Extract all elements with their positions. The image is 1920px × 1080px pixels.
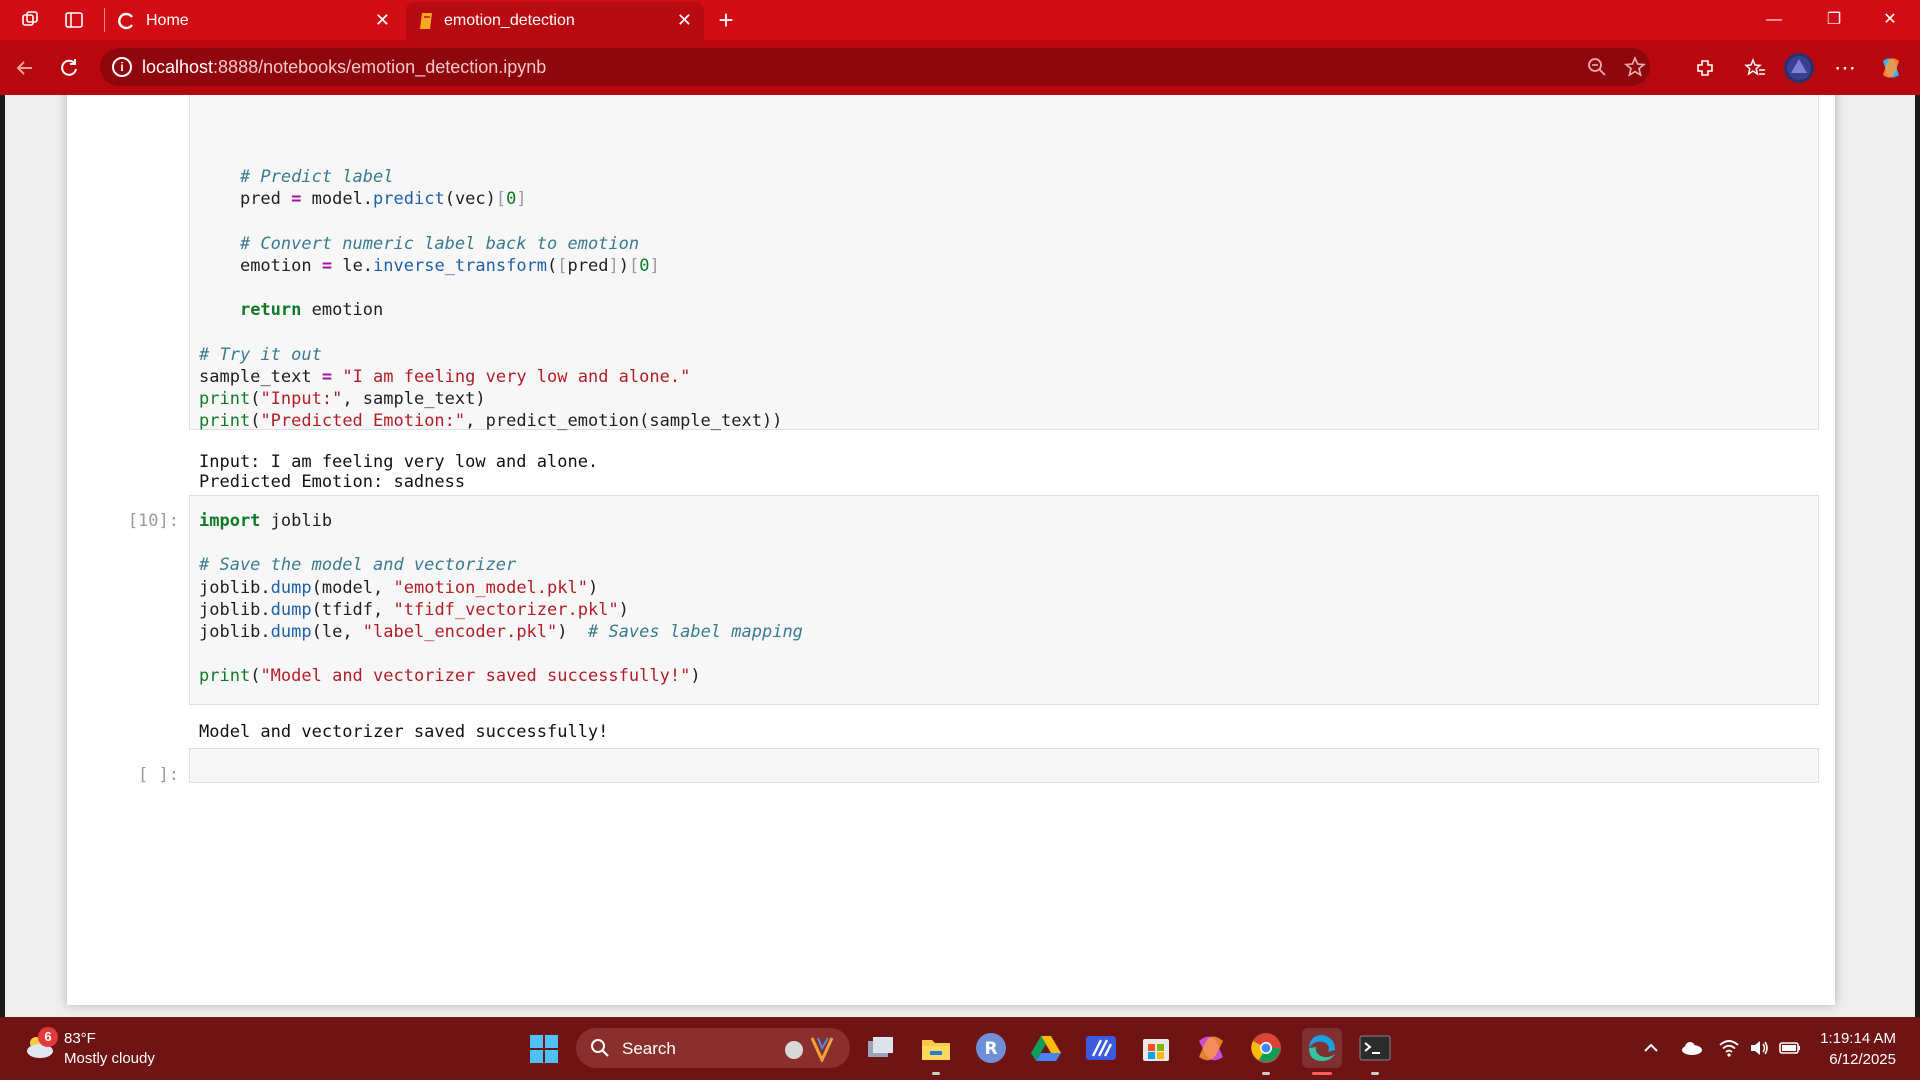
weather-description[interactable]: Mostly cloudy <box>64 1050 155 1067</box>
favorites-icon[interactable] <box>1740 53 1770 83</box>
code-line[interactable]: pred = model.predict(vec)[0] <box>199 189 527 209</box>
search-icon <box>590 1038 610 1058</box>
extensions-icon[interactable] <box>1690 53 1720 83</box>
code-line[interactable]: # Predict label <box>199 167 394 187</box>
close-tab-icon[interactable]: ✕ <box>375 10 390 31</box>
taskbar: 6 83°F Mostly cloudy Search R 1:19:14 AM… <box>0 1017 1920 1080</box>
empty-code-cell[interactable] <box>189 748 1819 783</box>
tab-title: emotion_detection <box>444 12 575 29</box>
code-line[interactable]: print("Input:", sample_text) <box>199 389 486 409</box>
active-app-indicator <box>1312 1072 1332 1075</box>
code-line[interactable]: # Save the model and vectorizer <box>199 555 516 575</box>
weather-alert-badge: 6 <box>38 1027 58 1047</box>
close-tab-icon[interactable]: ✕ <box>677 10 692 31</box>
close-window-button[interactable]: ✕ <box>1870 6 1910 34</box>
search-label: Search <box>622 1039 676 1058</box>
new-tab-button[interactable]: + <box>714 7 738 33</box>
url-text: localhost:8888/notebooks/emotion_detecti… <box>142 57 547 77</box>
edge-icon[interactable] <box>1302 1028 1342 1068</box>
code-line[interactable]: joblib.dump(tfidf, "tfidf_vectorizer.pkl… <box>199 600 629 620</box>
microsoft-365-icon[interactable] <box>1193 1030 1229 1066</box>
code-line[interactable]: # Convert numeric label back to emotion <box>199 234 639 254</box>
r-app-icon[interactable]: R <box>973 1030 1009 1066</box>
favorite-star-icon[interactable] <box>1623 55 1648 80</box>
restore-button[interactable]: ❐ <box>1814 6 1854 34</box>
tab-emotion-detection[interactable]: emotion_detection ✕ <box>406 2 704 40</box>
back-button[interactable] <box>10 53 40 83</box>
volume-icon[interactable] <box>1748 1037 1770 1059</box>
file-explorer-icon[interactable] <box>918 1030 954 1066</box>
pen-app-icon[interactable] <box>1083 1030 1119 1066</box>
svg-text:R: R <box>984 1039 997 1059</box>
weather-temperature[interactable]: 83°F <box>64 1030 96 1047</box>
running-indicator <box>932 1072 940 1075</box>
running-indicator <box>1262 1072 1270 1075</box>
code-line[interactable]: print("Predicted Emotion:", predict_emot… <box>199 411 782 431</box>
zoom-icon[interactable] <box>1586 56 1610 80</box>
cell-prompt: [ ]: <box>138 765 179 785</box>
code-line[interactable]: joblib.dump(le, "label_encoder.pkl") # S… <box>199 622 803 642</box>
google-drive-icon[interactable] <box>1028 1030 1064 1066</box>
cell-output-line: Predicted Emotion: sadness <box>199 472 466 492</box>
clock-date[interactable]: 6/12/2025 <box>1829 1051 1896 1068</box>
address-bar[interactable]: i localhost:8888/notebooks/emotion_detec… <box>100 48 1650 86</box>
refresh-button[interactable] <box>54 53 84 83</box>
vertical-tabs-icon[interactable] <box>62 8 86 32</box>
tab-title: Home <box>146 12 189 29</box>
code-line[interactable]: sample_text = "I am feeling very low and… <box>199 367 690 387</box>
start-button[interactable] <box>529 1034 559 1064</box>
notebook-favicon-icon <box>418 11 436 31</box>
copilot-icon[interactable] <box>1876 53 1906 83</box>
running-indicator <box>1371 1072 1379 1075</box>
address-bar-row: i localhost:8888/notebooks/emotion_detec… <box>0 40 1920 95</box>
code-line[interactable]: return emotion <box>199 300 383 320</box>
minimize-button[interactable]: — <box>1754 6 1794 34</box>
wifi-icon[interactable] <box>1718 1037 1740 1059</box>
profile-avatar[interactable] <box>1784 53 1814 83</box>
chrome-icon[interactable] <box>1248 1030 1284 1066</box>
onedrive-icon[interactable] <box>1680 1037 1702 1059</box>
home-favicon-icon <box>116 11 136 31</box>
cell-output-line: Input: I am feeling very low and alone. <box>199 452 599 472</box>
taskbar-search[interactable]: Search <box>576 1028 850 1068</box>
terminal-icon[interactable] <box>1357 1030 1393 1066</box>
microsoft-store-icon[interactable] <box>1138 1030 1174 1066</box>
code-line[interactable]: import joblib <box>199 511 332 531</box>
code-line[interactable]: print("Model and vectorizer saved succes… <box>199 666 701 686</box>
code-line[interactable]: # Try it out <box>199 345 322 365</box>
code-line[interactable]: joblib.dump(model, "emotion_model.pkl") <box>199 578 598 598</box>
code-line[interactable]: emotion = le.inverse_transform([pred])[0… <box>199 256 660 276</box>
search-highlight-icon <box>784 1036 840 1064</box>
cell-output-line: Model and vectorizer saved successfully! <box>199 722 609 742</box>
task-view-icon[interactable] <box>862 1030 898 1066</box>
site-info-icon[interactable]: i <box>112 57 132 77</box>
cell-prompt: [10]: <box>127 511 179 531</box>
tab-home[interactable]: Home ✕ <box>108 2 402 40</box>
notebook-container: # Predict label pred = model.predict(vec… <box>67 95 1835 1005</box>
tab-bar: Home ✕ emotion_detection ✕ + — ❐ ✕ <box>0 0 1920 40</box>
page-content: # Predict label pred = model.predict(vec… <box>5 95 1915 1017</box>
clock-time[interactable]: 1:19:14 AM <box>1820 1030 1896 1047</box>
more-menu-icon[interactable]: ⋯ <box>1830 53 1860 83</box>
workspaces-icon[interactable] <box>18 8 42 32</box>
battery-icon[interactable] <box>1778 1037 1800 1059</box>
show-hidden-icons-chevron-icon[interactable] <box>1640 1037 1662 1059</box>
